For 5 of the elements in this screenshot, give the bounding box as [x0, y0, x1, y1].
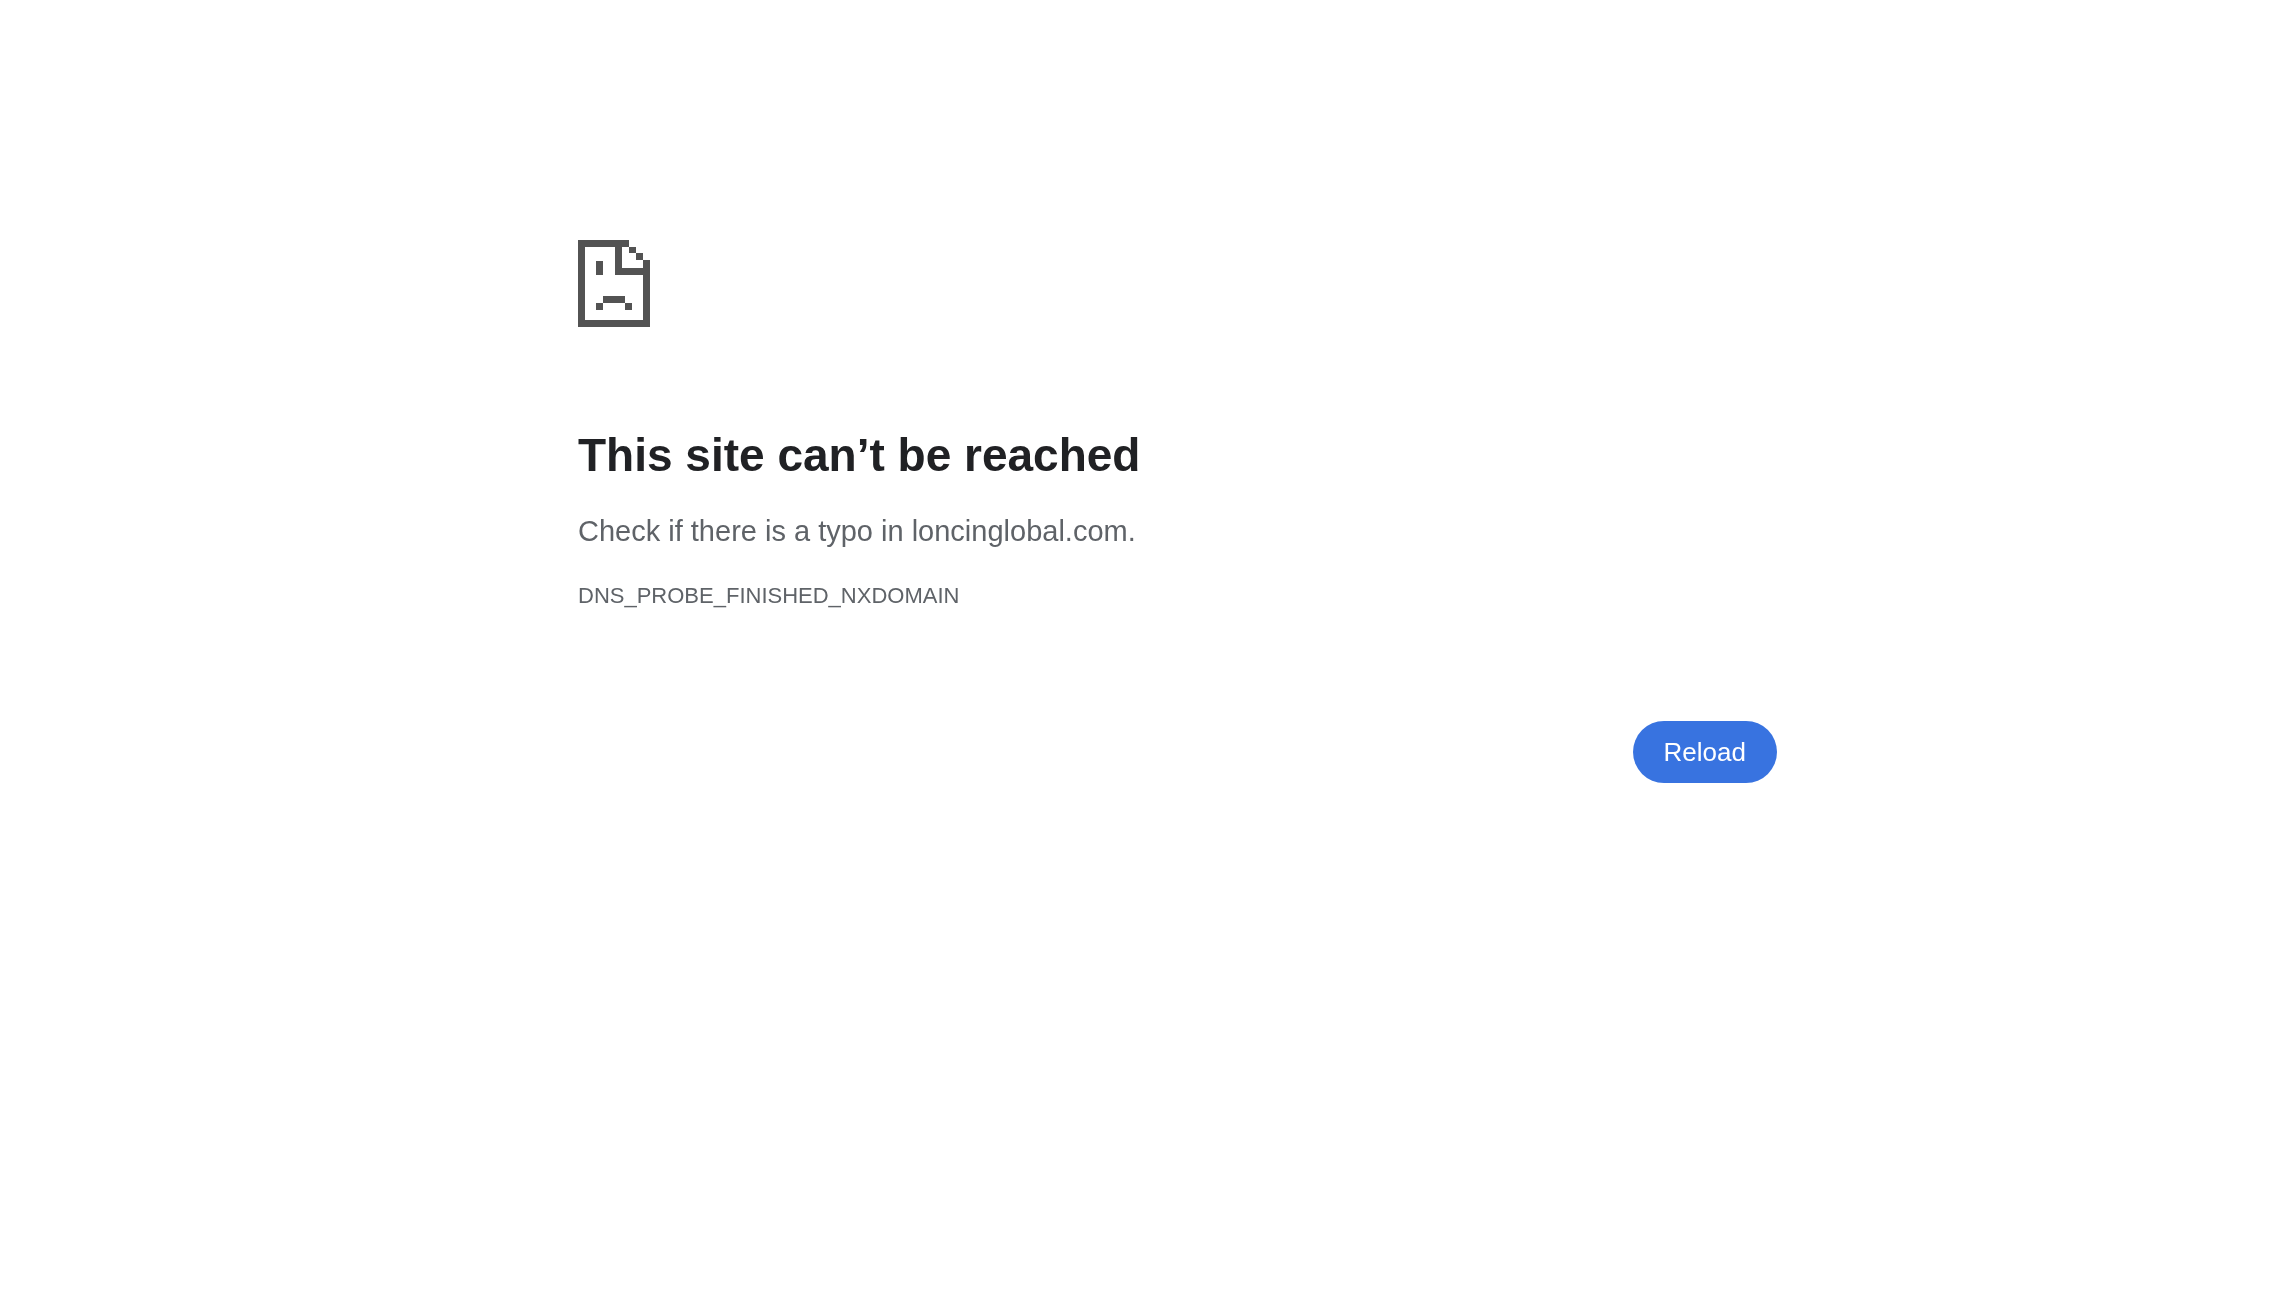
error-message: Check if there is a typo in loncinglobal.com.: [578, 514, 1136, 549]
error-code: DNS_PROBE_FINISHED_NXDOMAIN: [578, 582, 960, 610]
reload-button[interactable]: Reload: [1632, 721, 1777, 783]
error-title: This site can’t be reached: [578, 428, 1141, 483]
sad-page-icon: [578, 240, 650, 327]
